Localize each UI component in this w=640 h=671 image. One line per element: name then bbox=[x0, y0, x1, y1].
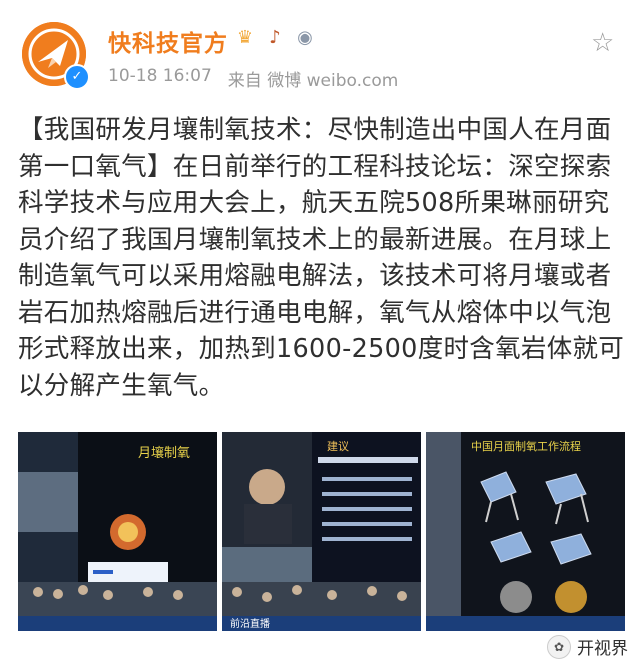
guitar-icon[interactable]: ♪ bbox=[262, 24, 288, 50]
slide-title: 月壤制氧 bbox=[138, 445, 190, 461]
username[interactable]: 快科技官方 bbox=[108, 24, 228, 58]
medal-icon[interactable]: ◉ bbox=[292, 24, 318, 50]
badges: ♛ ♪ ◉ bbox=[232, 24, 318, 50]
post-image-2[interactable]: 建议 前沿直播 bbox=[222, 432, 421, 631]
crown-icon[interactable]: ♛ bbox=[232, 24, 258, 50]
watermark-text: 开视界 bbox=[577, 639, 628, 659]
watermark: ✿ 开视界 bbox=[547, 634, 628, 659]
live-caption: 前沿直播 bbox=[230, 617, 270, 630]
post-image-1[interactable]: 月壤制氧 bbox=[18, 432, 217, 631]
post-text: 【我国研发月壤制氧技术：尽快制造出中国人在月面第一口氧气】在日前举行的工程科技论… bbox=[18, 115, 625, 401]
favorite-star-icon[interactable]: ☆ bbox=[591, 28, 614, 58]
slide-title: 建议 bbox=[327, 439, 349, 453]
image-grid: 月壤制氧 建议 前沿直播 中国月面制氧工作流程 bbox=[18, 432, 625, 631]
timestamp: 10-18 16:07 bbox=[108, 66, 212, 86]
watermark-icon: ✿ bbox=[547, 634, 571, 659]
source: 来自 微博 weibo.com bbox=[227, 71, 399, 91]
slide-title: 中国月面制氧工作流程 bbox=[471, 439, 581, 453]
post-meta: 10-18 16:07 来自 微博 weibo.com bbox=[108, 66, 398, 91]
post-image-3[interactable]: 中国月面制氧工作流程 bbox=[426, 432, 625, 631]
verified-icon: ✓ bbox=[64, 64, 90, 90]
